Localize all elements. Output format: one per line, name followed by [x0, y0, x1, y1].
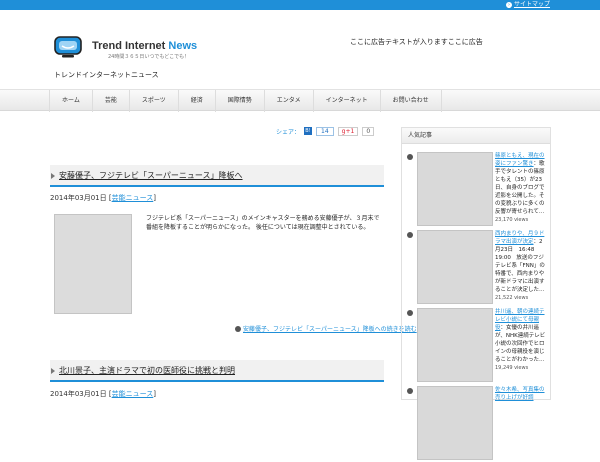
post-category-link[interactable]: 芸能ニュース	[112, 390, 154, 398]
popular-post-views: 19,249 views	[495, 365, 529, 371]
gplus-count: 0	[362, 126, 375, 136]
popular-post-thumbnail[interactable]	[417, 308, 493, 382]
site-logo[interactable]: Trend Internet News 24時間３６５日いつでもどこでも！	[54, 36, 214, 66]
post-date: 2014年03月01日	[50, 194, 107, 202]
popular-posts-widget: 人気記事 篠原ともえ、現在の姿にファン驚き：歌手でタレントの篠原ともえ（35）が…	[401, 127, 551, 460]
brand-name: Trend Internet News	[92, 40, 198, 52]
hatena-count[interactable]: 14	[316, 126, 334, 136]
nav-item-economy[interactable]: 経済	[177, 90, 215, 112]
popular-post-text: 井川遥、朝の連続テレビ小説にて母親役：女優の井川遥が、NHK連続テレビ小説の次回…	[495, 308, 547, 382]
chevron-right-icon	[235, 325, 241, 332]
chevron-right-icon: ›	[505, 2, 512, 8]
popular-post-text: 佐々木希、写真集の売り上げが好調	[495, 386, 547, 460]
popular-post-views: 23,170 views	[495, 217, 529, 223]
nav-item-home[interactable]: ホーム	[49, 90, 92, 112]
gplus-button[interactable]: g+1	[337, 126, 359, 136]
post-thumbnail[interactable]	[54, 214, 132, 314]
popular-post-text: 篠原ともえ、現在の姿にファン驚き：歌手でタレントの篠原ともえ（35）が23日、自…	[495, 152, 547, 226]
post-title-link[interactable]: 安藤優子、フジテレビ「スーパーニュース」降板へ	[59, 165, 243, 187]
popular-post-views: 21,522 views	[495, 295, 529, 301]
post-title-link[interactable]: 北川景子、主演ドラマで初の医師役に挑戦と判明	[59, 360, 235, 382]
tv-icon	[54, 36, 82, 58]
popular-post-item[interactable]: 佐々木希、写真集の売り上げが好調	[407, 386, 547, 462]
chevron-right-icon	[51, 173, 55, 179]
popular-post-body: ：女優の井川遥が、NHK連続テレビ小説の次回作でヒロインの母親役を演じることがわ…	[495, 325, 546, 363]
read-more-link[interactable]: 安藤優子、フジテレビ「スーパーニュース」降板への続きを読む	[235, 324, 417, 333]
chevron-right-icon	[407, 310, 413, 316]
chevron-right-icon	[407, 232, 413, 238]
popular-post-thumbnail[interactable]	[417, 386, 493, 460]
tagline: 24時間３６５日いつでもどこでも！	[108, 54, 190, 60]
share-bar: シェア： B! 14 g+1 0	[276, 126, 375, 136]
popular-post-item[interactable]: 篠原ともえ、現在の姿にファン驚き：歌手でタレントの篠原ともえ（35）が23日、自…	[407, 152, 547, 228]
nav-item-world[interactable]: 国際情勢	[214, 90, 264, 112]
post-date: 2014年03月01日	[50, 390, 107, 398]
read-more-label: 安藤優子、フジテレビ「スーパーニュース」降板への続きを読む	[243, 326, 417, 333]
popular-post-item[interactable]: 井川遥、朝の連続テレビ小説にて母親役：女優の井川遥が、NHK連続テレビ小説の次回…	[407, 308, 547, 384]
popular-post-body: ：歌手でタレントの篠原ともえ（35）が23日、自身のブログで近影を公開した。その…	[495, 161, 545, 215]
popular-post-thumbnail[interactable]	[417, 230, 493, 304]
share-label: シェア：	[276, 128, 301, 136]
main-nav: ホーム 芸能 スポーツ 経済 国際情勢 エンタメ インターネット お問い合わせ	[0, 89, 600, 112]
nav-item-entertainment[interactable]: 芸能	[91, 90, 129, 112]
header-ad-text[interactable]: ここに広告テキストが入りますここに広告	[350, 37, 483, 47]
chevron-right-icon	[51, 368, 55, 374]
post-meta: 2014年03月01日 [芸能ニュース]	[50, 194, 156, 202]
popular-post-title[interactable]: 佐々木希、写真集の売り上げが好調	[495, 387, 545, 401]
brand-accent: News	[168, 40, 198, 52]
nav-item-internet[interactable]: インターネット	[312, 90, 380, 112]
sitemap-label: サイトマップ	[513, 1, 550, 8]
sitemap-link[interactable]: › サイトマップ	[505, 0, 550, 10]
popular-post-text: 西内まりや、月９ドラマ出演が決定：2月23日 16:48 19:00 放送のフジ…	[495, 230, 547, 304]
chevron-right-icon	[407, 388, 413, 394]
top-bar: › サイトマップ	[0, 0, 600, 10]
popular-post-thumbnail[interactable]	[417, 152, 493, 226]
post-title-bar: 北川景子、主演ドラマで初の医師役に挑戦と判明	[50, 360, 384, 382]
post-meta: 2014年03月01日 [芸能ニュース]	[50, 390, 156, 398]
chevron-right-icon	[407, 154, 413, 160]
post-category-link[interactable]: 芸能ニュース	[112, 194, 154, 202]
post-excerpt: フジテレビ系「スーパーニュース」のメインキャスターを務める安藤優子が、３月末で番…	[146, 215, 380, 231]
hatena-bookmark-icon[interactable]: B!	[304, 127, 313, 135]
post-title-bar: 安藤優子、フジテレビ「スーパーニュース」降板へ	[50, 165, 384, 187]
site-description: トレンドインターネットニュース	[54, 71, 159, 79]
nav-item-contact[interactable]: お問い合わせ	[379, 90, 442, 112]
popular-post-item[interactable]: 西内まりや、月９ドラマ出演が決定：2月23日 16:48 19:00 放送のフジ…	[407, 230, 547, 306]
nav-item-enta[interactable]: エンタメ	[263, 90, 313, 112]
popular-post-body: ：2月23日 16:48 19:00 放送のフジテレビ系「FNN」の特番で、西内…	[495, 239, 545, 293]
widget-heading: 人気記事	[402, 128, 550, 144]
nav-item-sports[interactable]: スポーツ	[128, 90, 178, 112]
